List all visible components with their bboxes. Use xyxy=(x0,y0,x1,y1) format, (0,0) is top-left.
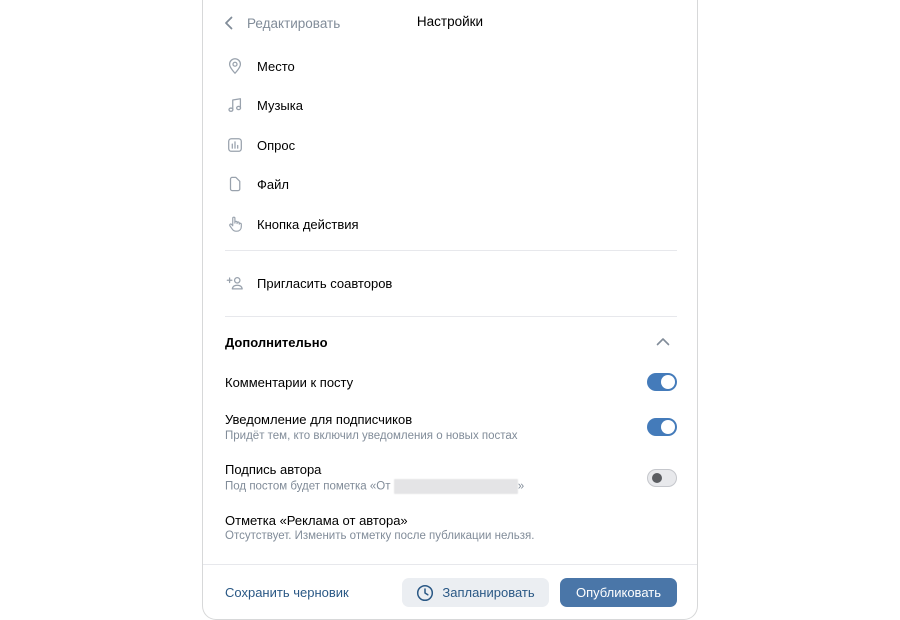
section-title-advanced: Дополнительно xyxy=(225,335,328,350)
setting-signature-title: Подпись автора xyxy=(225,462,322,477)
divider xyxy=(225,250,677,251)
setting-ad-mark-title: Отметка «Реклама от автора» xyxy=(225,513,408,528)
menu-item-action-button[interactable]: Кнопка действия xyxy=(225,210,677,238)
setting-comments-title: Комментарии к посту xyxy=(225,375,354,390)
publish-button[interactable]: Опубликовать xyxy=(560,578,677,607)
divider xyxy=(225,316,677,317)
notification-toggle[interactable] xyxy=(647,418,677,436)
music-note-icon xyxy=(225,95,245,115)
setting-notification-subtitle: Придёт тем, кто включил уведомления о но… xyxy=(225,430,518,442)
menu-item-label: Место xyxy=(257,58,295,74)
setting-notification-title: Уведомление для подписчиков xyxy=(225,412,413,427)
toggle-knob xyxy=(652,473,662,483)
menu-item-poll[interactable]: Опрос xyxy=(225,131,677,159)
invite-coauthors-label: Пригласить соавторов xyxy=(257,275,393,291)
menu-item-location[interactable]: Место xyxy=(225,52,677,80)
comments-toggle[interactable] xyxy=(647,373,677,391)
toggle-knob xyxy=(661,375,675,389)
signature-subtitle-suffix: » xyxy=(517,480,525,493)
signature-toggle[interactable] xyxy=(647,469,677,487)
invite-coauthors-button[interactable]: Пригласить соавторов xyxy=(225,269,677,297)
file-icon xyxy=(225,174,245,194)
blurred-author-name xyxy=(393,479,518,494)
menu-item-music[interactable]: Музыка xyxy=(225,91,677,119)
footer-divider xyxy=(203,564,697,565)
schedule-button[interactable]: Запланировать xyxy=(402,578,549,607)
page-title: Настройки xyxy=(416,14,484,29)
signature-subtitle-prefix: Под постом будет пометка «От xyxy=(225,480,394,493)
setting-signature-subtitle: Под постом будет пометка «От » xyxy=(225,479,524,494)
chevron-up-icon xyxy=(656,338,670,346)
menu-item-label: Файл xyxy=(257,176,289,192)
header: Редактировать Настройки xyxy=(203,0,697,46)
location-pin-icon xyxy=(225,56,245,76)
menu-item-file[interactable]: Файл xyxy=(225,170,677,198)
post-settings-panel: Редактировать Настройки Место Музыка Опр… xyxy=(202,0,698,620)
menu-item-label: Кнопка действия xyxy=(257,216,359,232)
pointer-hand-icon xyxy=(225,214,245,234)
setting-ad-mark-subtitle: Отсутствует. Изменить отметку после публ… xyxy=(225,530,535,542)
clock-icon xyxy=(417,584,434,601)
add-user-icon xyxy=(225,273,245,293)
menu-item-label: Музыка xyxy=(257,97,303,113)
save-draft-button[interactable]: Сохранить черновик xyxy=(225,585,349,600)
toggle-knob xyxy=(661,420,675,434)
menu-item-label: Опрос xyxy=(257,137,296,153)
poll-chart-icon xyxy=(225,135,245,155)
collapse-button[interactable] xyxy=(653,332,673,352)
schedule-label: Запланировать xyxy=(442,585,535,600)
